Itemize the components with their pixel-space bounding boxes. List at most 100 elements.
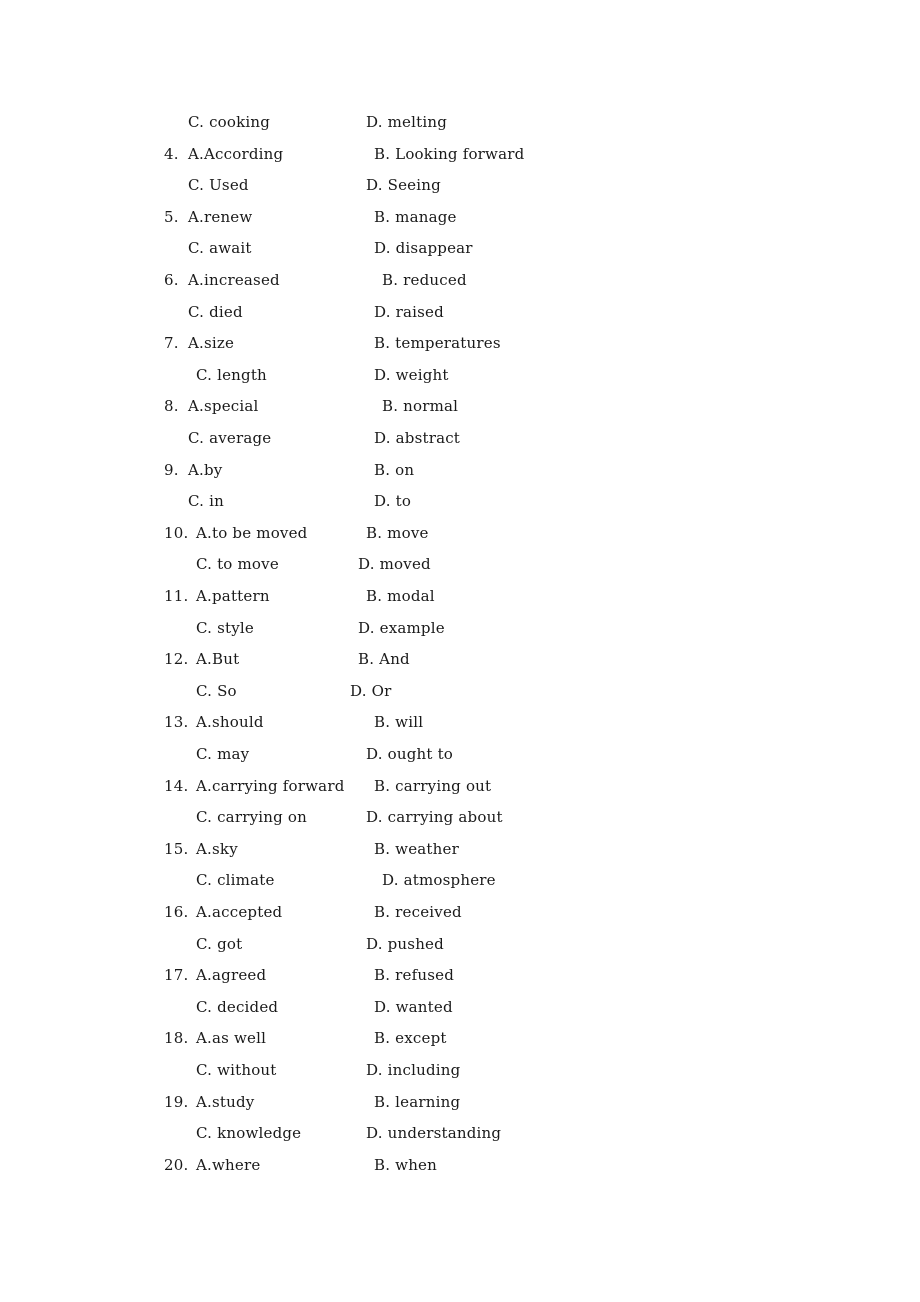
option-c: C. carrying on: [196, 808, 307, 827]
document-page: C. cooking D. melting 4. A.According B. Look…: [0, 0, 920, 1302]
option-a: A.should: [196, 713, 264, 732]
option-c: C. So: [196, 681, 237, 700]
option-line: C. without D. including: [0, 1060, 920, 1080]
question-number: 12.: [164, 650, 189, 669]
option-a: A.size: [188, 334, 235, 353]
option-b: B. carrying out: [374, 776, 492, 795]
option-line: C. carrying on D. carrying about: [0, 807, 920, 827]
option-a: A.pattern: [196, 587, 270, 605]
option-d: D. moved: [358, 555, 431, 574]
question-number: 15.: [164, 839, 189, 858]
question-line: 18. A.as well B. except: [0, 1028, 920, 1048]
option-c: C. climate: [196, 871, 275, 890]
option-d: D. melting: [366, 113, 448, 131]
option-line: C. may D. ought to: [0, 744, 920, 764]
option-a: A.accepted: [196, 903, 283, 921]
question-line: 16. A.accepted B. received: [0, 902, 920, 922]
option-a: A.But: [196, 650, 240, 669]
option-b: B. refused: [374, 966, 454, 985]
question-line: 14. A.carrying forward B. carrying out: [0, 776, 920, 796]
option-c: C. average: [188, 429, 272, 447]
option-c: C. to move: [196, 555, 279, 574]
option-line: C. length D. weight: [0, 365, 920, 385]
option-c: C. died: [188, 302, 243, 321]
option-a: A.special: [188, 397, 259, 416]
option-c: C. length: [196, 365, 267, 384]
option-d: D. to: [374, 492, 412, 511]
option-b: B. temperatures: [374, 334, 501, 353]
question-line: 7. A.size B. temperatures: [0, 333, 920, 353]
option-line: C. to move D. moved: [0, 554, 920, 574]
question-line: 19. A.study B. learning: [0, 1092, 920, 1112]
question-number: 6.: [164, 271, 179, 289]
option-b: B. received: [374, 903, 462, 921]
option-line: C. died D. raised: [0, 302, 920, 322]
option-a: A.to be moved: [196, 523, 308, 542]
option-line: C. await D. disappear: [0, 238, 920, 258]
question-line: 10. A.to be moved B. move: [0, 523, 920, 543]
option-b: B. manage: [374, 207, 457, 226]
question-number: 16.: [164, 903, 189, 921]
question-number: 7.: [164, 334, 179, 353]
question-line: 13. A.should B. will: [0, 712, 920, 732]
option-a: A.by: [188, 460, 223, 479]
question-line: 11. A.pattern B. modal: [0, 586, 920, 606]
option-line: C. climate D. atmosphere: [0, 870, 920, 890]
option-a: A.as well: [196, 1029, 267, 1048]
option-b: B. learning: [374, 1092, 461, 1111]
option-d: D. raised: [374, 302, 444, 321]
option-d: D. abstract: [374, 429, 461, 447]
question-number: 11.: [164, 587, 189, 605]
question-number: 13.: [164, 713, 189, 732]
option-line: C. knowledge D. understanding: [0, 1123, 920, 1143]
option-b: B. will: [374, 713, 424, 732]
option-a: A.agreed: [196, 966, 267, 985]
option-d: D. understanding: [366, 1124, 502, 1143]
question-number: 17.: [164, 966, 189, 985]
question-number: 20.: [164, 1155, 189, 1174]
option-d: D. weight: [374, 365, 449, 384]
question-line: 12. A.But B. And: [0, 649, 920, 669]
option-d: D. atmosphere: [382, 871, 496, 890]
option-line: C. average D. abstract: [0, 428, 920, 448]
option-b: B. except: [374, 1029, 447, 1048]
option-a: A.increased: [188, 271, 280, 289]
question-line: 20. A.where B. when: [0, 1155, 920, 1175]
question-number: 18.: [164, 1029, 189, 1048]
question-number: 5.: [164, 207, 179, 226]
question-line: 4. A.According B. Looking forward: [0, 144, 920, 164]
option-line: C. got D. pushed: [0, 934, 920, 954]
question-number: 14.: [164, 776, 189, 795]
option-d: D. disappear: [374, 239, 473, 258]
option-b: B. normal: [382, 397, 459, 416]
question-line: 6. A.increased B. reduced: [0, 270, 920, 290]
option-b: B. move: [366, 523, 429, 542]
option-d: D. including: [366, 1061, 461, 1079]
option-d: D. pushed: [366, 934, 444, 953]
option-c: C. cooking: [188, 113, 271, 131]
option-d: D. wanted: [374, 997, 453, 1016]
option-a: A.carrying forward: [196, 776, 345, 795]
option-b: B. modal: [366, 587, 435, 605]
option-c: C. await: [188, 239, 252, 258]
option-a: A.where: [196, 1155, 261, 1174]
option-b: B. on: [374, 460, 415, 479]
option-line: C. cooking D. melting: [0, 112, 920, 132]
option-c: C. without: [196, 1061, 277, 1079]
option-b: B. reduced: [382, 271, 467, 289]
option-b: B. weather: [374, 839, 459, 858]
option-b: B. Looking forward: [374, 144, 525, 163]
question-line: 15. A.sky B. weather: [0, 839, 920, 859]
option-c: C. knowledge: [196, 1124, 302, 1143]
option-b: B. And: [358, 650, 410, 669]
option-c: C. in: [188, 492, 224, 511]
question-number: 10.: [164, 523, 189, 542]
question-line: 9. A.by B. on: [0, 460, 920, 480]
option-b: B. when: [374, 1155, 437, 1174]
question-number: 9.: [164, 460, 179, 479]
question-number: 4.: [164, 144, 179, 163]
option-c: C. got: [196, 934, 243, 953]
option-a: A.According: [188, 144, 284, 163]
option-c: C. may: [196, 745, 250, 763]
option-line: C. Used D. Seeing: [0, 175, 920, 195]
